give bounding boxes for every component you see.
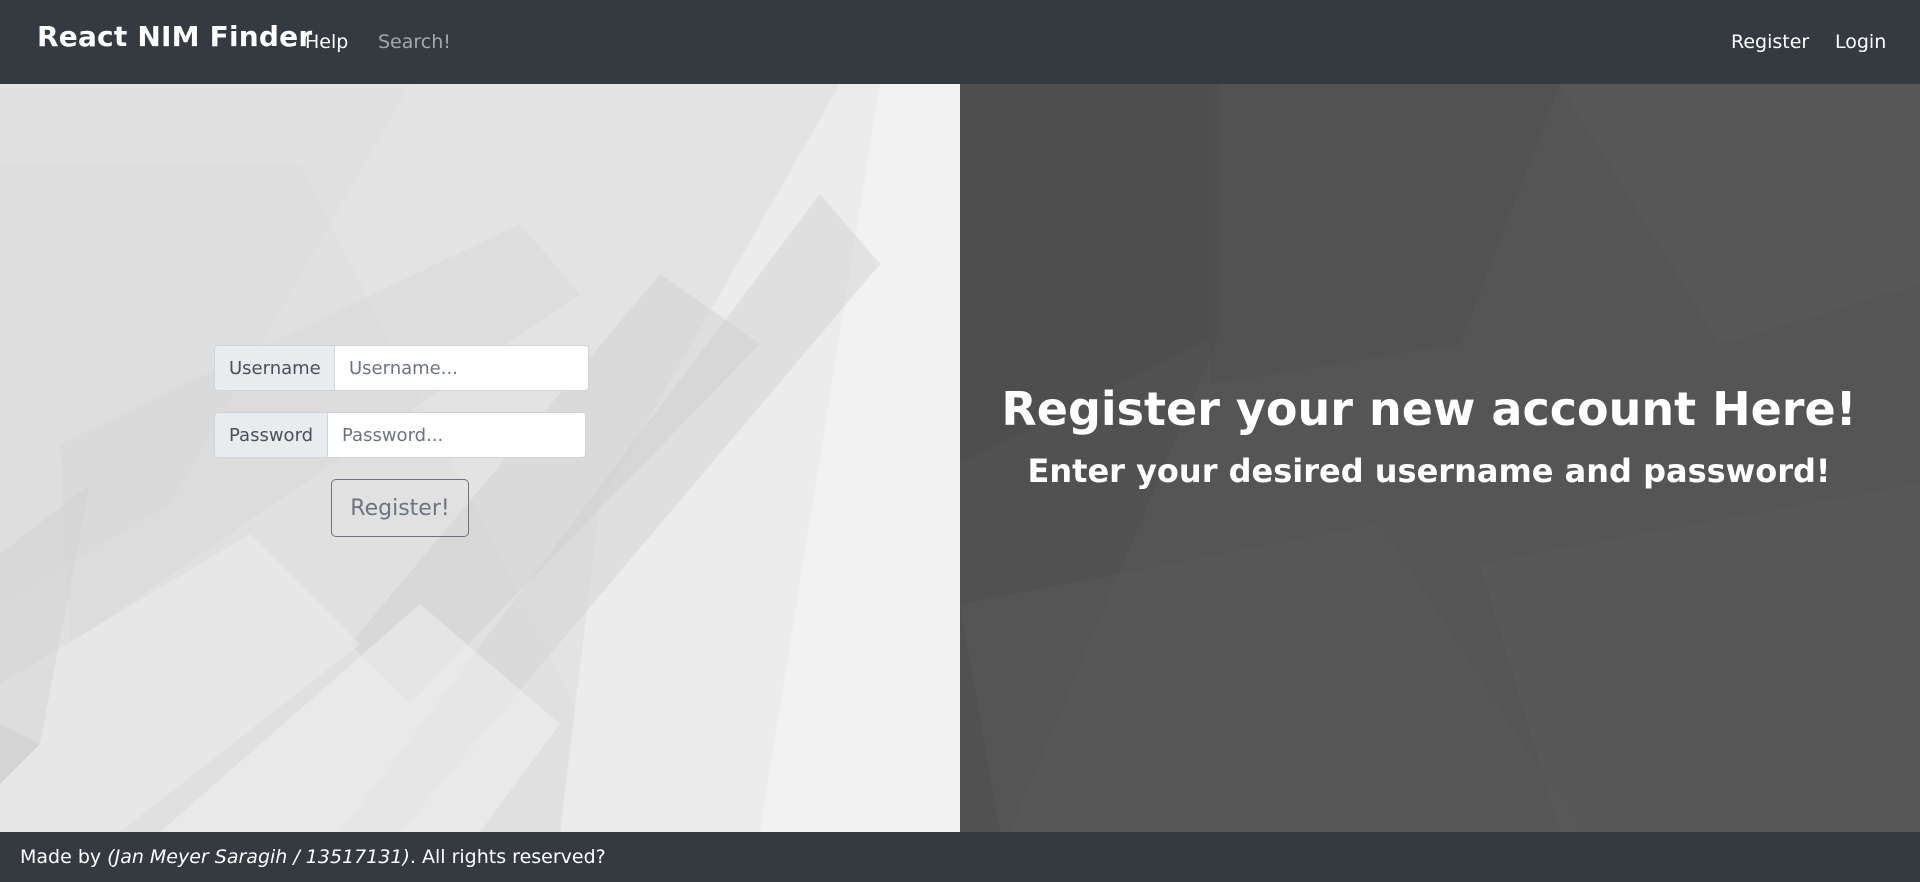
- nav-search-link[interactable]: Search!: [378, 31, 451, 53]
- hero-panel: Register your new account Here! Enter yo…: [960, 84, 1920, 832]
- footer: Made by (Jan Meyer Saragih / 13517131). …: [0, 832, 1920, 882]
- register-submit-button[interactable]: Register!: [331, 479, 469, 537]
- footer-author: (Jan Meyer Saragih / 13517131): [107, 846, 410, 868]
- hero-subtitle: Enter your desired username and password…: [1027, 452, 1831, 490]
- footer-suffix: . All rights reserved?: [409, 846, 606, 868]
- navbar: React NIM Finder Help Search! Register L…: [0, 0, 1920, 84]
- nav-login-link[interactable]: Login: [1835, 31, 1886, 53]
- register-form-panel: Username Password Register!: [0, 84, 960, 832]
- footer-prefix: Made by: [20, 846, 108, 868]
- nav-register-link[interactable]: Register: [1731, 31, 1809, 53]
- hero-title: Register your new account Here!: [1001, 382, 1857, 436]
- password-label: Password: [214, 412, 327, 458]
- username-input[interactable]: [334, 345, 589, 391]
- nav-help-link[interactable]: Help: [305, 31, 348, 53]
- footer-credit: Made by (Jan Meyer Saragih / 13517131). …: [20, 846, 606, 868]
- password-input-group: Password: [214, 412, 586, 458]
- left-background-pattern: [0, 84, 960, 832]
- username-input-group: Username: [214, 345, 589, 391]
- password-input[interactable]: [327, 412, 586, 458]
- username-label: Username: [214, 345, 334, 391]
- brand-link[interactable]: React NIM Finder: [37, 20, 312, 53]
